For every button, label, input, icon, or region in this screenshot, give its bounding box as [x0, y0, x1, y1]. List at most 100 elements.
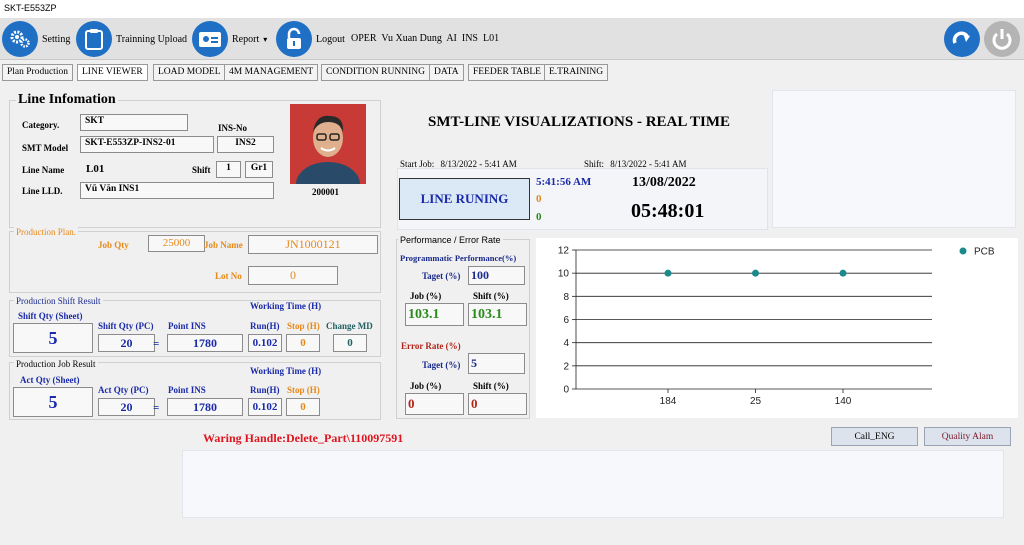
- job-result-title: Production Job Result: [14, 359, 98, 369]
- err-shift-value: 0: [468, 393, 527, 415]
- refresh-button[interactable]: [944, 21, 980, 57]
- error-rate-label: Error Rate (%): [401, 341, 461, 351]
- perf-target-label: Taget (%): [422, 271, 461, 281]
- info-panel: [772, 90, 1016, 228]
- smt-model-field[interactable]: SKT-E553ZP-INS2-01: [80, 136, 214, 153]
- id-card-icon: [192, 21, 228, 57]
- x-tick-label: 184: [660, 396, 677, 407]
- act-qty-pc-value: 20: [98, 398, 155, 416]
- tab-data[interactable]: DATA: [429, 64, 464, 81]
- status-time-small: 5:41:56 AM: [536, 176, 592, 188]
- training-upload-button[interactable]: Trainning Upload: [76, 20, 187, 58]
- tab-4m-management[interactable]: 4M MANAGEMENT: [224, 64, 319, 81]
- production-plan-title: Production Plan.: [14, 227, 78, 237]
- shift-equals: =: [153, 338, 160, 350]
- lot-no-field[interactable]: 0: [248, 266, 338, 285]
- err-target-value: 5: [468, 353, 525, 374]
- job-result-group: Production Job Result Act Qty (Sheet) 5 …: [9, 359, 381, 420]
- setting-button[interactable]: Setting: [2, 20, 70, 58]
- performance-title: Performance / Error Rate: [398, 235, 503, 245]
- tab-e-training[interactable]: E.TRAINING: [544, 64, 609, 81]
- ins-no-field[interactable]: INS2: [217, 136, 274, 153]
- err-job-value: 0: [405, 393, 464, 415]
- perf-target-value: 100: [468, 266, 525, 285]
- line-status-badge: LINE RUNING: [399, 178, 530, 220]
- tab-load-model[interactable]: LOAD MODEL: [153, 64, 226, 81]
- logout-button[interactable]: Logout: [276, 20, 345, 58]
- shift-qty-sheet-label: Shift Qty (Sheet): [18, 311, 83, 321]
- job-point-ins-value: 1780: [167, 398, 243, 416]
- x-tick-label: 25: [750, 396, 762, 407]
- gear-icon: [2, 21, 38, 57]
- y-tick-label: 8: [563, 292, 569, 303]
- line-lld-label: Line LLD.: [22, 186, 63, 196]
- data-point: [664, 269, 672, 277]
- shift-point-ins-label: Point INS: [168, 321, 206, 331]
- message-area[interactable]: [182, 450, 1004, 518]
- job-equals: =: [153, 402, 160, 414]
- chevron-down-icon: ▾: [263, 34, 268, 44]
- act-qty-pc-label: Act Qty (PC): [98, 385, 149, 395]
- job-stop-value: 0: [286, 398, 320, 416]
- y-tick-label: 4: [563, 338, 569, 349]
- line-name-label: Line Name: [22, 165, 65, 175]
- group-field[interactable]: Gr1: [245, 161, 273, 178]
- quality-alarm-button[interactable]: Quality Alam: [924, 427, 1011, 446]
- production-plan-group: Production Plan. Job Qty 25000 Job Name …: [9, 227, 381, 293]
- status-count-green: 0: [536, 211, 542, 223]
- shift-stop-value: 0: [286, 334, 320, 352]
- shift-result-title: Production Shift Result: [14, 296, 103, 306]
- shift-stop-label: Stop (H): [287, 321, 320, 331]
- act-qty-sheet-label: Act Qty (Sheet): [20, 375, 80, 385]
- status-count-red: 0: [536, 193, 542, 205]
- logout-label: Logout: [316, 33, 345, 45]
- job-qty-label: Job Qty: [98, 240, 129, 250]
- change-md-label: Change MD: [326, 321, 373, 331]
- err-shift-label: Shift (%): [473, 381, 509, 391]
- tab-feeder-table[interactable]: FEEDER TABLE: [468, 64, 546, 81]
- act-qty-sheet-value: 5: [13, 387, 93, 417]
- x-tick-label: 140: [835, 396, 852, 407]
- perf-shift-value: 103.1: [468, 303, 527, 326]
- y-tick-label: 0: [563, 385, 569, 396]
- report-label: Report: [232, 33, 260, 45]
- perf-job-label: Job (%): [410, 291, 442, 301]
- ins-no-label: INS-No: [218, 123, 248, 133]
- legend-label: PCB: [974, 247, 995, 258]
- tab-condition-running[interactable]: CONDITION RUNNING: [321, 64, 430, 81]
- performance-group: Performance / Error Rate Programmatic Pe…: [396, 235, 530, 419]
- employee-id: 200001: [312, 187, 339, 197]
- tab-plan-production[interactable]: Plan Production: [2, 64, 73, 81]
- call-eng-button[interactable]: Call_ENG: [831, 427, 918, 446]
- job-name-field[interactable]: JN1000121: [248, 235, 378, 254]
- report-button[interactable]: Report ▾: [192, 20, 267, 58]
- shift-result-group: Production Shift Result Shift Qty (Sheet…: [9, 296, 381, 357]
- shift-run-label: Run(H): [250, 321, 280, 331]
- operator-photo: [290, 104, 366, 184]
- power-button[interactable]: [984, 21, 1020, 57]
- tab-line-viewer[interactable]: LINE VIEWER: [77, 64, 148, 81]
- y-tick-label: 6: [563, 315, 569, 326]
- shift-qty-pc-value: 20: [98, 334, 155, 352]
- tab-bar: Plan Production LINE VIEWER LOAD MODEL 4…: [0, 64, 620, 82]
- job-qty-field[interactable]: 25000: [148, 235, 205, 252]
- category-field[interactable]: SKT: [80, 114, 188, 131]
- line-lld-field[interactable]: Vũ Văn INS1: [80, 182, 274, 199]
- job-stop-label: Stop (H): [287, 385, 320, 395]
- shift-field[interactable]: 1: [216, 161, 241, 178]
- change-md-value: 0: [333, 334, 367, 352]
- shift-qty-sheet-value: 5: [13, 323, 93, 353]
- status-clock: 05:48:01: [631, 200, 705, 222]
- unlock-icon: [276, 21, 312, 57]
- data-point: [839, 269, 847, 277]
- lot-no-label: Lot No: [215, 271, 242, 281]
- clipboard-icon: [76, 21, 112, 57]
- job-run-label: Run(H): [250, 385, 280, 395]
- err-job-label: Job (%): [410, 381, 442, 391]
- category-label: Category.: [22, 120, 60, 130]
- y-tick-label: 2: [563, 361, 569, 372]
- redo-arrow-icon: [952, 31, 970, 44]
- shift-run-value: 0.102: [248, 334, 282, 352]
- shift-qty-pc-label: Shift Qty (PC): [98, 321, 154, 331]
- smt-model-label: SMT Model: [22, 143, 69, 153]
